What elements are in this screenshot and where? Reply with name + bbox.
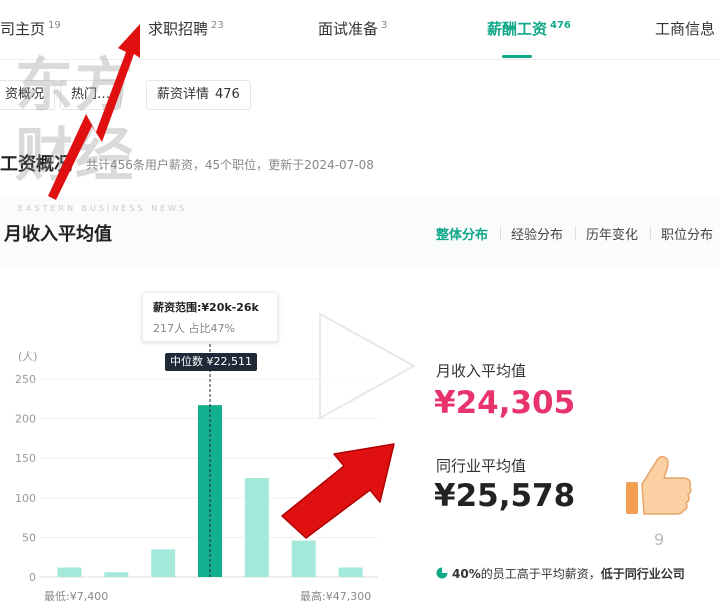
median-label: 中位数 ¥22,511 [165,353,257,371]
percentage-note: 40%的员工高于平均薪资，低于同行业公司 [452,567,685,581]
subtab-salary-detail[interactable]: 薪资详情 476 [146,80,251,110]
tab-jobs[interactable]: 求职招聘 23 [148,18,224,39]
avg-label: 月收入平均值 [436,362,527,380]
industry-avg-label: 同行业平均值 [436,457,527,475]
chart-tooltip: 薪资范围:¥20k-26k 217人 占比47% [142,292,278,342]
tooltip-detail: 217人 占比47% [153,322,235,335]
tab-interview[interactable]: 面试准备 3 [318,18,387,39]
x-min-label: 最低:¥7,400 [44,590,109,603]
avg-value: ¥24,305 [434,385,576,421]
divider [500,226,501,240]
red-zigzag-arrow-icon [48,24,140,200]
like-count: 9 [654,530,665,549]
industry-avg-value: ¥25,578 [434,478,576,514]
play-icon[interactable] [310,308,420,424]
watermark-english: EASTERN BUSINESS NEWS [18,204,188,213]
divider [575,226,576,240]
red-arrow-icon [281,443,395,539]
dist-tab-history[interactable]: 历年变化 [586,224,638,243]
tooltip-range: 薪资范围:¥20k-26k [153,301,259,314]
thumbs-up-icon[interactable] [622,452,694,518]
tab-salary[interactable]: 薪酬工资 476 [487,18,571,39]
card-title: 月收入平均值 [4,224,112,245]
tab-business-info[interactable]: 工商信息 [655,18,715,39]
dist-tab-position[interactable]: 职位分布 [661,224,713,243]
x-max-label: 最高:¥47,300 [300,590,372,603]
dist-tab-experience[interactable]: 经验分布 [511,224,563,243]
dist-tab-overall[interactable]: 整体分布 [436,224,488,243]
active-tab-indicator [502,55,532,58]
divider [650,226,651,240]
